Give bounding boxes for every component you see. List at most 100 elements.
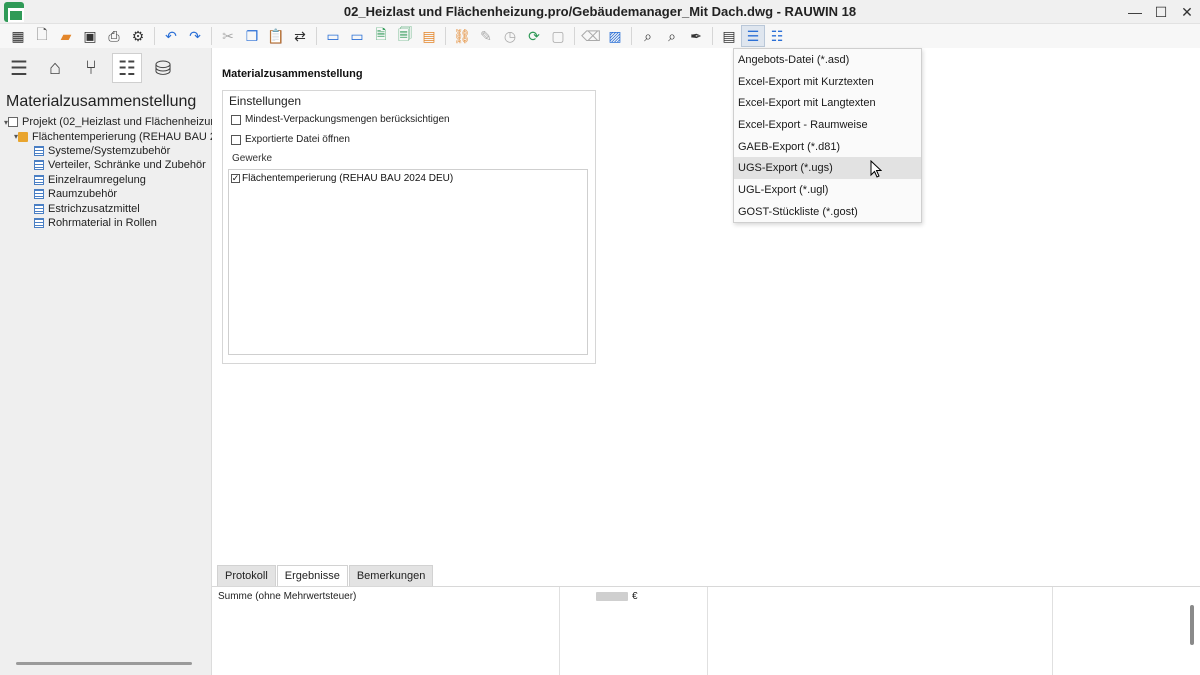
gewerk-item[interactable]: ✓ Flächentemperierung (REHAU BAU 2024 DE… [231, 173, 453, 184]
refresh-view-icon[interactable]: ⇄ [288, 25, 312, 47]
vertical-scrollbar[interactable] [1190, 605, 1194, 645]
tab-ergebnisse[interactable]: Ergebnisse [276, 565, 348, 586]
undo-icon[interactable]: ↶ [159, 25, 183, 47]
tree-item-verteiler[interactable]: Verteiler, Schränke und Zubehör [0, 158, 212, 172]
tree-item-label: Flächentemperierung (REHAU BAU 20 [32, 130, 212, 143]
toolbar-separator [316, 27, 317, 45]
delete-doc-icon[interactable]: ▢ [546, 25, 570, 47]
toolbar-separator [712, 27, 713, 45]
save-icon[interactable]: ▣ [78, 25, 102, 47]
list-icon [34, 160, 44, 171]
tree-item-einzelraumregelung[interactable]: Einzelraumregelung [0, 173, 212, 187]
settings-gear-icon[interactable]: ⚙ [126, 25, 150, 47]
print-icon[interactable]: ⎙ [102, 25, 126, 47]
list-icon [34, 217, 44, 228]
tree-item-project[interactable]: ▾ Projekt (02_Heizlast und Flächenheizun… [0, 115, 212, 129]
tree-item-label: Einzelraumregelung [48, 173, 146, 186]
menu-item-angebots-datei[interactable]: Angebots-Datei (*.asd) [734, 49, 921, 71]
list-icon [34, 145, 44, 156]
menu-item-excel-langtexte[interactable]: Excel-Export mit Langtexten [734, 92, 921, 114]
option-min-packaging[interactable]: Mindest-Verpackungsmengen berücksichtige… [231, 114, 450, 125]
database-icon[interactable]: ⛁ [148, 53, 178, 83]
settings-group: Einstellungen Mindest-Verpackungsmengen … [222, 90, 596, 364]
tree-item-label: Projekt (02_Heizlast und Flächenheizung [22, 116, 212, 129]
tree-item-raumzubehoer[interactable]: Raumzubehör [0, 187, 212, 201]
panel-title: Materialzusammenstellung [6, 93, 197, 110]
sum-value: € [596, 591, 638, 602]
window-controls: — ☐ ✕ [1122, 0, 1200, 24]
apps-grid-icon[interactable]: ▦ [6, 25, 30, 47]
maximize-button[interactable]: ☐ [1148, 0, 1174, 24]
tree-item-label: Rohrmaterial in Rollen [48, 216, 157, 229]
gewerk-label: Flächentemperierung (REHAU BAU 2024 DEU) [242, 173, 454, 184]
redo-icon[interactable]: ↷ [183, 25, 207, 47]
copy-icon[interactable]: ❐ [240, 25, 264, 47]
pencil-icon[interactable]: ✎ [474, 25, 498, 47]
layout-export-icon[interactable]: ▤ [717, 25, 741, 47]
menu-item-ugl-export[interactable]: UGL-Export (*.ugl) [734, 179, 921, 201]
minimize-button[interactable]: — [1122, 0, 1148, 24]
cut-icon[interactable]: ✂ [216, 25, 240, 47]
tree-item-label: Verteiler, Schränke und Zubehör [48, 159, 206, 172]
toolbar-separator [211, 27, 212, 45]
link-icon[interactable]: ⛓ [450, 25, 474, 47]
list-edit-icon[interactable]: ☷ [765, 25, 789, 47]
tree-item-systeme[interactable]: Systeme/Systemzubehör [0, 144, 212, 158]
page-title: Materialzusammenstellung [222, 68, 363, 80]
menu-item-excel-kurztexte[interactable]: Excel-Export mit Kurztexten [734, 71, 921, 93]
tree-item-flaechentemperierung[interactable]: ▾ Flächentemperierung (REHAU BAU 20 [0, 129, 212, 143]
menu-lines-icon[interactable]: ☰ [4, 53, 34, 83]
new-file-icon[interactable]: 🗋 [30, 25, 54, 47]
mouse-pointer-icon [870, 160, 882, 178]
checkbox-checked[interactable]: ✓ [231, 174, 240, 183]
left-navigation-panel: ☰ ⌂ ⑂ ☷ ⛁ Materialzusammenstellung ▾ Pro… [0, 48, 212, 675]
tab-bemerkungen[interactable]: Bemerkungen [348, 565, 434, 586]
horizontal-scrollbar[interactable] [16, 662, 192, 665]
document-copy-icon[interactable]: 🗐 [393, 25, 417, 47]
document-chart-icon[interactable]: ▤ [417, 25, 441, 47]
menu-item-gaeb-export[interactable]: GAEB-Export (*.d81) [734, 136, 921, 158]
tab-protokoll[interactable]: Protokoll [217, 565, 276, 586]
project-tree: ▾ Projekt (02_Heizlast und Flächenheizun… [0, 115, 212, 230]
paste-icon[interactable]: 📋 [264, 25, 288, 47]
document-check-icon[interactable]: 🗎 [369, 25, 393, 47]
menu-item-gost-stueckliste[interactable]: GOST-Stückliste (*.gost) [734, 201, 921, 223]
building-icon[interactable]: ⌂ [40, 53, 70, 83]
checkbox[interactable] [231, 134, 241, 145]
eyedropper-icon[interactable]: ✒ [684, 25, 708, 47]
zoom-icon[interactable]: ⌕ [636, 25, 660, 47]
image-icon[interactable]: ▨ [603, 25, 627, 47]
screen-import-icon[interactable]: ▭ [345, 25, 369, 47]
list-icon [34, 189, 44, 200]
settings-group-label: Einstellungen [229, 94, 302, 108]
checkbox[interactable] [231, 114, 241, 125]
window-title: 02_Heizlast und Flächenheizung.pro/Gebäu… [343, 4, 857, 19]
toolbar-separator [154, 27, 155, 45]
screen-export-icon[interactable]: ▭ [321, 25, 345, 47]
redacted-amount [596, 592, 628, 601]
list-export-icon[interactable]: ☰ [741, 25, 765, 47]
bottom-tabs: Protokoll Ergebnisse Bemerkungen [217, 565, 434, 586]
tree-item-rohrmaterial[interactable]: Rohrmaterial in Rollen [0, 216, 212, 230]
stopwatch-icon[interactable]: ◷ [498, 25, 522, 47]
gewerke-label: Gewerke [232, 153, 273, 164]
tree-item-label: Raumzubehör [48, 188, 118, 201]
view-switcher-bar: ☰ ⌂ ⑂ ☷ ⛁ [0, 48, 211, 88]
currency-symbol: € [632, 591, 638, 602]
zoom-search-icon[interactable]: ⌕ [660, 25, 684, 47]
close-button[interactable]: ✕ [1174, 0, 1200, 24]
menu-item-excel-raumweise[interactable]: Excel-Export - Raumweise [734, 114, 921, 136]
menu-item-ugs-export[interactable]: UGS-Export (*.ugs) [734, 157, 921, 180]
tree-item-estrichzusatzmittel[interactable]: Estrichzusatzmittel [0, 201, 212, 215]
export-menu: Angebots-Datei (*.asd) Excel-Export mit … [733, 48, 922, 223]
open-folder-icon[interactable]: ▰ [54, 25, 78, 47]
option-open-exported-file[interactable]: Exportierte Datei öffnen [231, 134, 350, 145]
sync-icon[interactable]: ⟳ [522, 25, 546, 47]
material-list-icon[interactable]: ☷ [112, 53, 142, 83]
project-icon [8, 117, 19, 128]
results-panel: Summe (ohne Mehrwertsteuer) € [212, 586, 1200, 675]
clear-format-icon[interactable]: ⌫ [579, 25, 603, 47]
tree-structure-icon[interactable]: ⑂ [76, 53, 106, 83]
list-icon [34, 174, 44, 185]
toolbar-separator [445, 27, 446, 45]
